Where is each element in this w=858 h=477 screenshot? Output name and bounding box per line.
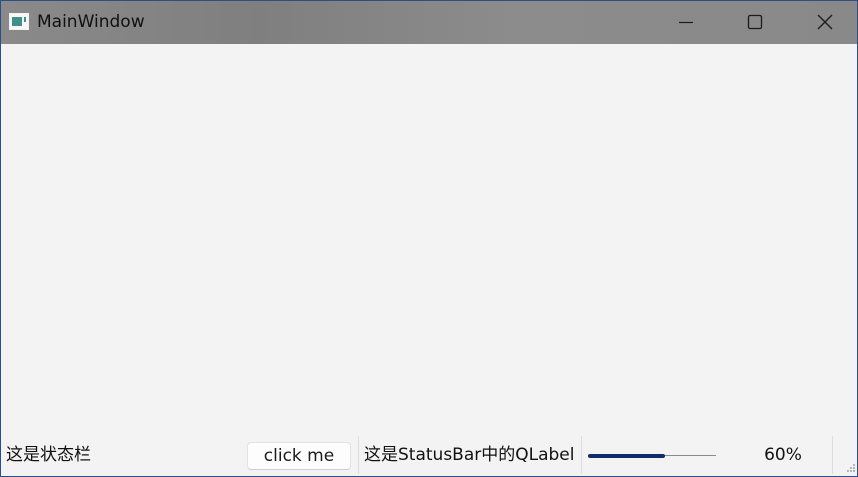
progress-fill: [588, 454, 665, 458]
main-window: MainWindow 这是状态栏 click me 这是StatusBar中的Q…: [0, 0, 858, 477]
minimize-icon: [679, 21, 693, 24]
status-separator: [832, 436, 833, 474]
app-window-icon: [9, 13, 29, 30]
click-me-button[interactable]: click me: [247, 442, 351, 470]
maximize-button[interactable]: [720, 1, 789, 44]
status-message: 这是状态栏: [6, 445, 91, 465]
title-bar[interactable]: MainWindow: [1, 1, 857, 44]
minimize-button[interactable]: [651, 1, 720, 44]
progress-bar: [588, 454, 716, 458]
progress-percent: 60%: [764, 445, 802, 465]
close-icon: [817, 14, 833, 30]
status-separator: [358, 436, 359, 474]
status-qlabel: 这是StatusBar中的QLabel: [364, 445, 575, 465]
close-button[interactable]: [789, 1, 857, 44]
status-bar: 这是状态栏 click me 这是StatusBar中的QLabel 60%: [1, 432, 857, 476]
central-widget: [1, 44, 857, 432]
window-title: MainWindow: [37, 12, 145, 32]
size-grip-icon[interactable]: [846, 463, 856, 473]
status-separator: [581, 436, 582, 474]
maximize-icon: [747, 14, 763, 30]
